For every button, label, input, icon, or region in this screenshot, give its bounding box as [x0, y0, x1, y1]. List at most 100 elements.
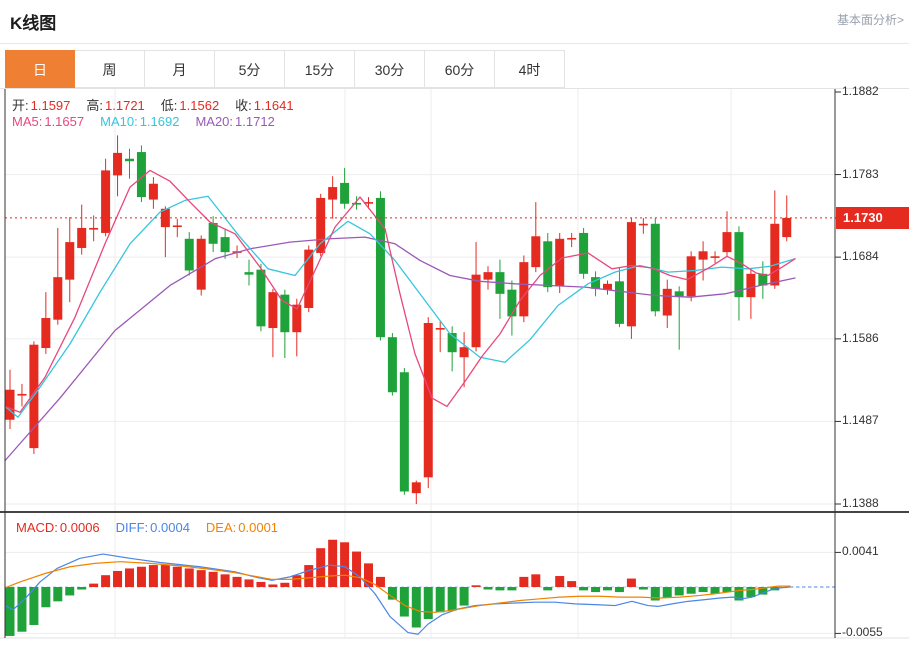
candle-body-down — [388, 337, 397, 392]
candle-body-down — [340, 183, 349, 204]
axis-tick-label: 1.1684 — [842, 249, 879, 263]
current-price-badge: 1.1730 — [836, 207, 909, 229]
candle-body-down — [675, 291, 684, 296]
candle-body-down — [185, 239, 194, 271]
macd-bar — [352, 552, 361, 587]
legend-item: MACD:0.0006 — [16, 520, 100, 535]
candle-body-up — [101, 170, 110, 233]
macd-bar — [280, 583, 289, 587]
candle-body-up — [6, 390, 15, 420]
macd-bar — [543, 587, 552, 590]
macd-bar — [639, 587, 648, 590]
macd-bar — [472, 585, 481, 587]
legend-item: 高:1.1721 — [86, 98, 144, 113]
macd-bar — [460, 587, 469, 606]
macd-bar — [137, 567, 146, 587]
macd-bar — [436, 587, 445, 612]
legend-item: MA10:1.1692 — [100, 114, 179, 129]
candle-body-up — [268, 292, 277, 328]
macd-bar — [663, 587, 672, 598]
candle-body-down — [125, 159, 134, 162]
diff-line — [5, 554, 790, 634]
candle-body-up — [436, 328, 445, 330]
candle-body-up — [173, 225, 182, 227]
macd-legend: MACD:0.0006DIFF:0.0004DEA:0.0001 — [16, 520, 294, 535]
macd-bar — [627, 579, 636, 587]
macd-bar — [245, 579, 254, 587]
candle-body-down — [245, 272, 254, 275]
macd-bar — [173, 567, 182, 587]
macd-bar — [448, 587, 457, 611]
axis-tick-label: -0.0055 — [842, 625, 883, 639]
legend-item: MA20:1.1712 — [195, 114, 274, 129]
macd-bar — [292, 575, 301, 587]
macd-bar — [567, 581, 576, 587]
macd-bar — [579, 587, 588, 590]
candle-body-down — [543, 241, 552, 287]
candle-body-up — [328, 187, 337, 200]
axis-tick-label: 1.1882 — [842, 84, 879, 98]
candle-body-up — [17, 394, 26, 396]
candle-body-up — [627, 222, 636, 326]
macd-bar — [591, 587, 600, 592]
candle-body-up — [460, 347, 469, 357]
candle-body-up — [484, 272, 493, 280]
axis-tick-label: 1.1783 — [842, 167, 879, 181]
candle-body-up — [113, 153, 122, 176]
candle-body-up — [89, 228, 98, 230]
macd-bar — [256, 582, 265, 587]
candle-body-up — [770, 224, 779, 286]
macd-bar — [687, 587, 696, 594]
axis-tick-label: 1.1388 — [842, 496, 879, 510]
candle-body-up — [782, 218, 791, 237]
macd-bar — [484, 587, 493, 590]
macd-bar — [125, 568, 134, 587]
macd-bar — [400, 587, 409, 617]
macd-bar — [746, 587, 755, 597]
candle-body-up — [603, 284, 612, 290]
candle-body-up — [472, 275, 481, 348]
axis-tick-label: 1.1487 — [842, 413, 879, 427]
panel-divider — [0, 511, 909, 513]
macd-bar — [41, 587, 50, 607]
legend-item: DIFF:0.0004 — [116, 520, 190, 535]
macd-bar — [77, 587, 86, 590]
candle-body-down — [400, 372, 409, 491]
macd-bar — [6, 587, 15, 636]
macd-bar — [340, 542, 349, 587]
axis-tick-label: 1.1586 — [842, 331, 879, 345]
candle-body-up — [711, 256, 720, 258]
macd-bar — [89, 584, 98, 587]
candle-body-down — [209, 223, 218, 244]
candle-body-up — [53, 277, 62, 320]
candle-body-up — [316, 198, 325, 253]
candle-body-up — [412, 482, 421, 493]
macd-bar — [507, 587, 516, 590]
macd-bar — [17, 587, 26, 632]
macd-bar — [197, 570, 206, 587]
macd-bar — [495, 587, 504, 590]
candle-body-down — [507, 290, 516, 317]
macd-bar — [113, 571, 122, 587]
ma-legend: MA5:1.1657MA10:1.1692MA20:1.1712 — [12, 114, 291, 129]
legend-item: 开:1.1597 — [12, 98, 70, 113]
macd-bar — [101, 575, 110, 587]
candle-body-up — [519, 262, 528, 316]
candle-body-up — [424, 323, 433, 477]
kline-widget: K线图 基本面分析> 日周月5分15分30分60分4时 开:1.1597高:1.… — [0, 0, 909, 645]
candle-body-up — [639, 224, 648, 226]
macd-bar — [328, 540, 337, 587]
candle-body-down — [256, 270, 265, 327]
macd-bar — [412, 587, 421, 628]
macd-bar — [53, 587, 62, 601]
macd-bar — [675, 587, 684, 595]
candle-body-up — [65, 242, 74, 280]
ohlc-legend: 开:1.1597高:1.1721低:1.1562收:1.1641 — [12, 95, 310, 114]
macd-bar — [424, 587, 433, 619]
macd-bar — [149, 565, 158, 587]
macd-bar — [603, 587, 612, 590]
candle-body-up — [149, 184, 158, 200]
macd-bar — [304, 565, 313, 587]
axis-tick-label: 0.0041 — [842, 544, 879, 558]
macd-bar — [209, 572, 218, 587]
